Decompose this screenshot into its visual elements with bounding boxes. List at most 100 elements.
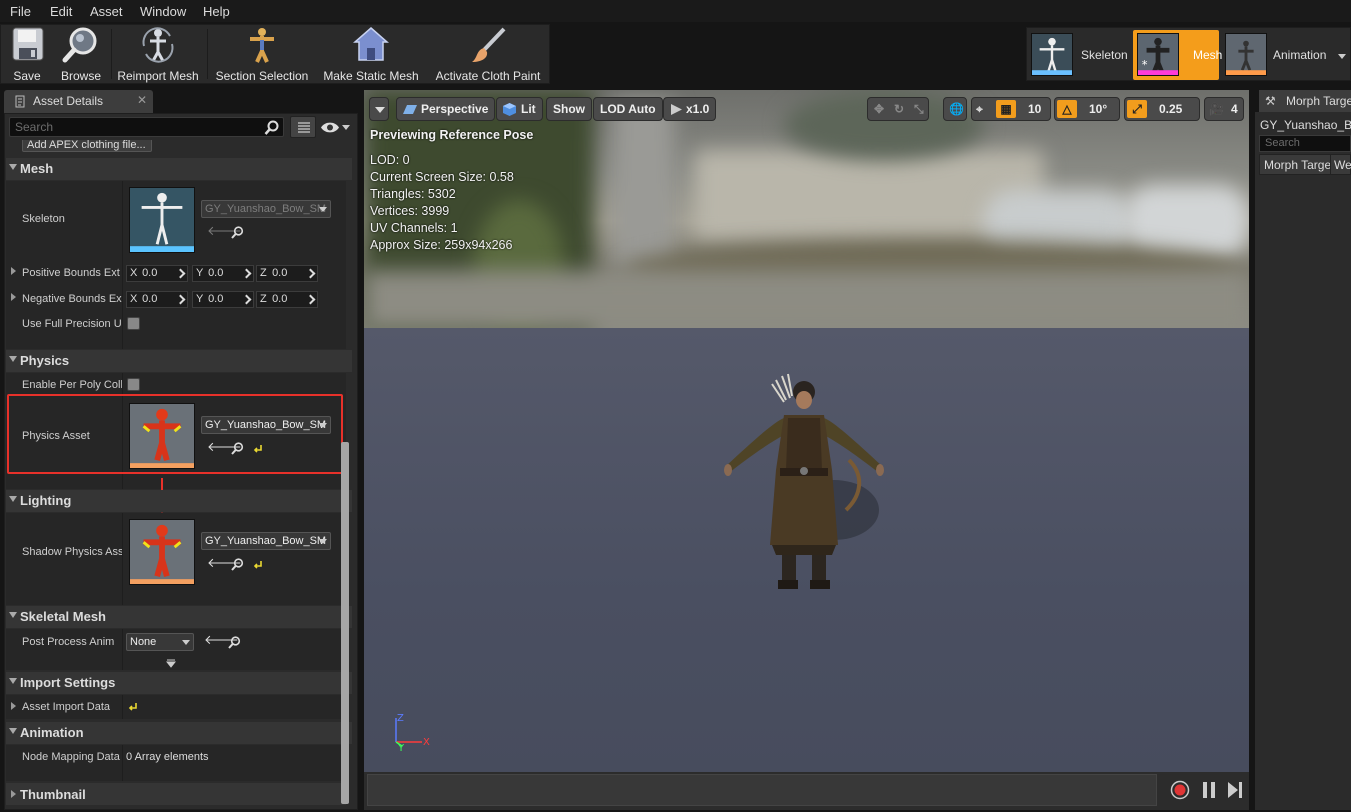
positive-bounds-y[interactable]: Y 0.0: [192, 265, 254, 282]
menu-bar: File Edit Asset Window Help: [0, 0, 1351, 22]
axis-x-label: X: [423, 737, 430, 748]
scale-value[interactable]: 0.25: [1159, 98, 1182, 120]
mode-skeleton[interactable]: Skeleton: [1027, 30, 1131, 80]
show-button[interactable]: Show: [546, 97, 592, 121]
stat-triangles: Triangles: 5302: [370, 187, 456, 201]
show-advanced-icon[interactable]: [166, 659, 176, 668]
add-apex-button[interactable]: Add APEX clothing file...: [22, 140, 152, 152]
viewport-options-button[interactable]: [369, 97, 389, 121]
physics-asset-label: Physics Asset: [22, 430, 90, 442]
rotate-icon[interactable]: ↻: [894, 98, 904, 120]
browse-asset-icon[interactable]: [231, 558, 244, 571]
save-button[interactable]: Save: [5, 25, 49, 83]
browse-asset-icon[interactable]: [231, 226, 244, 239]
move-icon[interactable]: ✥: [874, 98, 884, 120]
browse-asset-icon[interactable]: [231, 442, 244, 455]
positive-bounds-z[interactable]: Z 0.0: [256, 265, 318, 282]
animation-mode-icon: [1225, 33, 1267, 76]
shadow-physics-label: Shadow Physics Ass: [22, 546, 122, 558]
grid-snap-icon[interactable]: ▦: [996, 100, 1016, 118]
category-mesh[interactable]: Mesh: [6, 158, 352, 180]
angle-value[interactable]: 10°: [1089, 98, 1107, 120]
reset-default-icon[interactable]: [253, 559, 263, 569]
negative-bounds-x[interactable]: X 0.0: [126, 291, 188, 308]
character-mesh[interactable]: [714, 370, 894, 600]
positive-bounds-x[interactable]: X 0.0: [126, 265, 188, 282]
reset-default-icon[interactable]: [253, 443, 263, 453]
expand-negative-bounds-icon[interactable]: [11, 293, 16, 301]
morph-search-input[interactable]: Search: [1259, 135, 1351, 152]
x-axis-label: X: [130, 267, 138, 279]
property-matrix-button[interactable]: [290, 116, 316, 138]
scale-snap-icon[interactable]: ⤢: [1127, 100, 1147, 118]
play-rate-button[interactable]: x1.0: [663, 97, 717, 121]
camera-speed-button[interactable]: 🎥 4: [1204, 97, 1244, 121]
rotation-snap-group: △ 10°: [1054, 97, 1120, 121]
make-static-mesh-button[interactable]: Make Static Mesh: [321, 25, 421, 83]
details-scrollbar[interactable]: [341, 442, 349, 804]
close-tab-icon[interactable]: ✕: [137, 93, 147, 107]
menu-help[interactable]: Help: [203, 4, 230, 19]
skeleton-thumbnail[interactable]: [129, 187, 195, 253]
view-options-dropdown-icon: [342, 125, 350, 130]
negative-bounds-y[interactable]: Y 0.0: [192, 291, 254, 308]
per-poly-checkbox[interactable]: [127, 378, 140, 391]
asset-details-tab[interactable]: Asset Details ✕: [4, 90, 153, 113]
full-precision-checkbox[interactable]: [127, 317, 140, 330]
section-selection-icon: [250, 28, 274, 63]
morph-asset-name: GY_Yuanshao_B: [1260, 118, 1351, 132]
scale-icon[interactable]: ⤡: [914, 98, 924, 120]
shadow-physics-thumbnail[interactable]: [129, 519, 195, 585]
browse-button[interactable]: Browse: [57, 25, 105, 83]
viewport-options-icon: [375, 107, 385, 113]
skeleton-combo[interactable]: GY_Yuanshao_Bow_SM: [201, 200, 331, 218]
z-axis-label: Z: [260, 293, 267, 305]
shadow-physics-combo[interactable]: GY_Yuanshao_Bow_SM: [201, 532, 331, 550]
mode-mesh[interactable]: * Mesh: [1133, 30, 1223, 80]
pause-icon[interactable]: [1202, 781, 1216, 799]
physics-asset-thumbnail[interactable]: [129, 403, 195, 469]
browse-asset-icon[interactable]: [228, 636, 241, 649]
menu-window[interactable]: Window: [140, 4, 186, 19]
category-lighting[interactable]: Lighting: [6, 490, 352, 512]
section-selection-button[interactable]: Section Selection: [213, 25, 311, 83]
category-mesh-label: Mesh: [20, 161, 54, 176]
perspective-button[interactable]: Perspective: [396, 97, 496, 121]
angle-snap-icon[interactable]: △: [1057, 100, 1077, 118]
morph-col-name[interactable]: Morph Targe: [1264, 158, 1331, 172]
morph-target-tab[interactable]: ⚒ Morph Targe: [1259, 90, 1351, 112]
details-search-input[interactable]: Search: [9, 117, 284, 137]
physics-asset-combo[interactable]: GY_Yuanshao_Bow_SM: [201, 416, 331, 434]
mode-animation[interactable]: Animation: [1221, 30, 1349, 80]
category-import-settings[interactable]: Import Settings: [6, 672, 352, 694]
expand-positive-bounds-icon[interactable]: [11, 267, 16, 275]
mode-mesh-label: Mesh: [1193, 48, 1223, 62]
menu-file[interactable]: File: [10, 4, 31, 19]
category-physics[interactable]: Physics: [6, 350, 352, 372]
lod-button[interactable]: LOD Auto: [593, 97, 663, 121]
grid-value[interactable]: 10: [1028, 98, 1041, 120]
world-local-button[interactable]: 🌐: [943, 97, 967, 121]
record-icon[interactable]: [1170, 780, 1190, 800]
menu-edit[interactable]: Edit: [50, 4, 72, 19]
reimport-mesh-button[interactable]: Reimport Mesh: [115, 25, 201, 83]
activate-cloth-paint-button[interactable]: Activate Cloth Paint: [431, 25, 545, 83]
lit-button[interactable]: Lit: [496, 97, 543, 121]
surface-snap-icon[interactable]: ⌖: [976, 98, 983, 120]
menu-asset[interactable]: Asset: [90, 4, 123, 19]
category-lighting-label: Lighting: [20, 493, 72, 508]
expand-asset-import-icon[interactable]: [11, 702, 16, 710]
category-thumbnail[interactable]: Thumbnail: [6, 783, 346, 805]
category-animation[interactable]: Animation: [6, 722, 352, 744]
step-forward-icon[interactable]: [1227, 781, 1243, 799]
negative-bounds-z[interactable]: Z 0.0: [256, 291, 318, 308]
morph-col-weight[interactable]: We: [1334, 158, 1351, 172]
mode-dropdown-icon[interactable]: [1338, 54, 1346, 59]
category-skeletal-mesh[interactable]: Skeletal Mesh: [6, 606, 352, 628]
reset-default-icon[interactable]: [128, 701, 138, 711]
y-axis-label: Y: [196, 267, 204, 279]
timeline-track[interactable]: [367, 774, 1157, 806]
view-options-button[interactable]: [320, 120, 352, 136]
post-process-combo[interactable]: None: [126, 633, 194, 651]
viewport[interactable]: Perspective Lit Show LOD Auto x1.0 ✥ ↻ ⤡…: [364, 90, 1249, 772]
